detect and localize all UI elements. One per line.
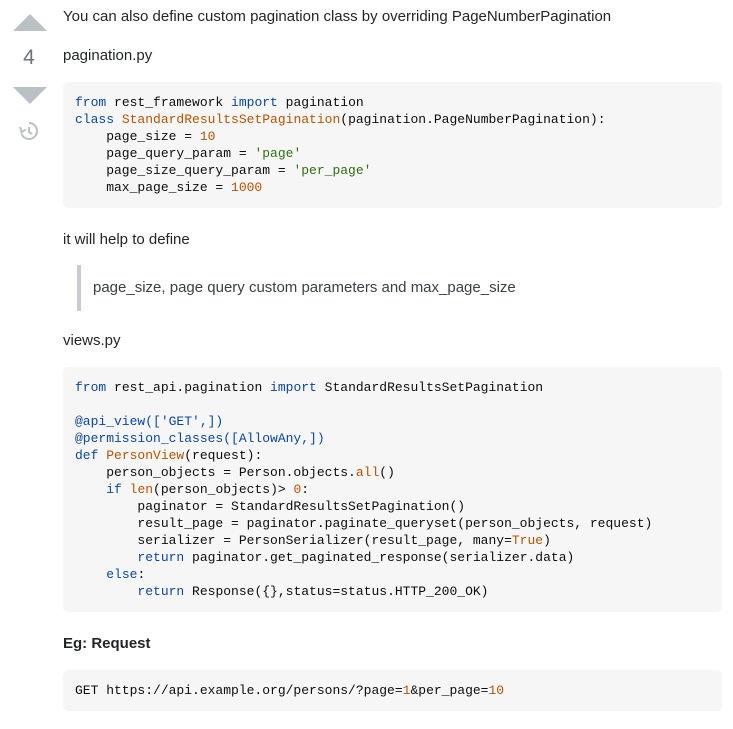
code-token: @permission_classes([AllowAny,]) (75, 431, 325, 446)
code-token: from (75, 95, 107, 110)
code-line: person_objects = Person.objects.all() (75, 464, 710, 481)
code-line: max_page_size = 1000 (75, 179, 710, 196)
code-token: : (301, 482, 310, 497)
code-line: page_size_query_param = 'per_page' (75, 162, 710, 179)
code-token: ) (543, 533, 551, 548)
code-token: : (137, 567, 146, 582)
code-token: 'page' (254, 146, 302, 161)
code-token: return (137, 550, 185, 565)
code-token: rest_api.pagination (106, 380, 271, 395)
filename-views: views.py (63, 332, 121, 349)
code-token: max_page_size = (75, 180, 232, 195)
blockquote: page_size, page query custom parameters … (77, 265, 697, 311)
code-token: True (511, 533, 544, 548)
code-line: result_page = paginator.paginate_queryse… (75, 515, 710, 532)
code-token: () (379, 465, 395, 480)
code-line: @api_view(['GET',]) (75, 413, 710, 430)
code-line: return paginator.get_paginated_response(… (75, 549, 710, 566)
vote-count: 4 (23, 46, 35, 69)
code-token: person_objects = Person.objects. (75, 465, 356, 480)
code-token: def (75, 448, 99, 463)
code-token: StandardResultsSetPagination (121, 112, 341, 127)
code-token: import (231, 95, 278, 110)
code-token: rest_framework (106, 95, 232, 110)
code-line: from rest_framework import pagination (75, 94, 710, 111)
code-token: paginator = StandardResultsSetPagination… (75, 499, 466, 514)
code-block-request: GET https://api.example.org/persons/?pag… (63, 670, 722, 711)
code-token: StandardResultsSetPagination (316, 380, 544, 395)
upvote-arrow-icon[interactable] (13, 14, 47, 31)
code-line: page_size = 10 (75, 128, 710, 145)
code-line: @permission_classes([AllowAny,]) (75, 430, 710, 447)
code-token: Response({},status=status.HTTP_200_OK) (184, 584, 489, 599)
code-token: 'per_page' (293, 163, 372, 178)
request-heading: Eg: Request (63, 635, 151, 652)
code-line: else: (75, 566, 710, 583)
code-token: page_size_query_param = (75, 163, 294, 178)
code-token: paginator.get_paginated_response(seriali… (184, 550, 575, 565)
code-line: class StandardResultsSetPagination(pagin… (75, 111, 710, 128)
code-token: from (75, 380, 107, 395)
code-token: page_query_param = (75, 146, 255, 161)
code-token: (pagination.PageNumberPagination): (340, 112, 606, 127)
history-icon[interactable] (18, 120, 40, 142)
code-line: page_query_param = 'page' (75, 145, 710, 162)
code-line: from rest_api.pagination import Standard… (75, 379, 710, 396)
intro-text: You can also define custom pagination cl… (63, 8, 612, 25)
code-token: if (106, 482, 122, 497)
code-token: &per_page= (410, 683, 489, 698)
downvote-arrow-icon[interactable] (13, 87, 47, 104)
code-line: paginator = StandardResultsSetPagination… (75, 498, 710, 515)
code-block-pagination: from rest_framework import pagination cla… (63, 82, 722, 208)
code-token: return (137, 584, 185, 599)
code-token: 10 (488, 683, 505, 698)
code-line: def PersonView(request): (75, 447, 710, 464)
help-text: it will help to define (63, 231, 190, 248)
code-token: GET https://api.example.org/persons/?pag… (75, 683, 403, 698)
code-token: result_page = paginator.paginate_queryse… (75, 516, 653, 531)
code-token: (request): (184, 448, 263, 463)
code-token: @api_view(['GET',]) (75, 414, 224, 429)
code-token: 10 (199, 129, 216, 144)
code-token: pagination (277, 95, 364, 110)
code-token: PersonView (106, 448, 185, 463)
code-line: if len(person_objects)> 0: (75, 481, 710, 498)
code-token: class (75, 112, 115, 127)
code-token: len (129, 482, 154, 497)
code-line: GET https://api.example.org/persons/?pag… (75, 682, 710, 699)
code-token: else (106, 567, 138, 582)
code-line: serializer = PersonSerializer(result_pag… (75, 532, 710, 549)
code-block-views: from rest_api.pagination import Standard… (63, 367, 722, 612)
code-token: 1000 (231, 180, 263, 195)
filename-pagination: pagination.py (63, 47, 153, 64)
code-token: serializer = PersonSerializer(result_pag… (75, 533, 512, 548)
code-token: page_size = (75, 129, 200, 144)
code-token: import (270, 380, 317, 395)
code-token: all (355, 465, 380, 480)
code-line: return Response({},status=status.HTTP_20… (75, 583, 710, 600)
code-token: (person_objects)> (153, 482, 294, 497)
